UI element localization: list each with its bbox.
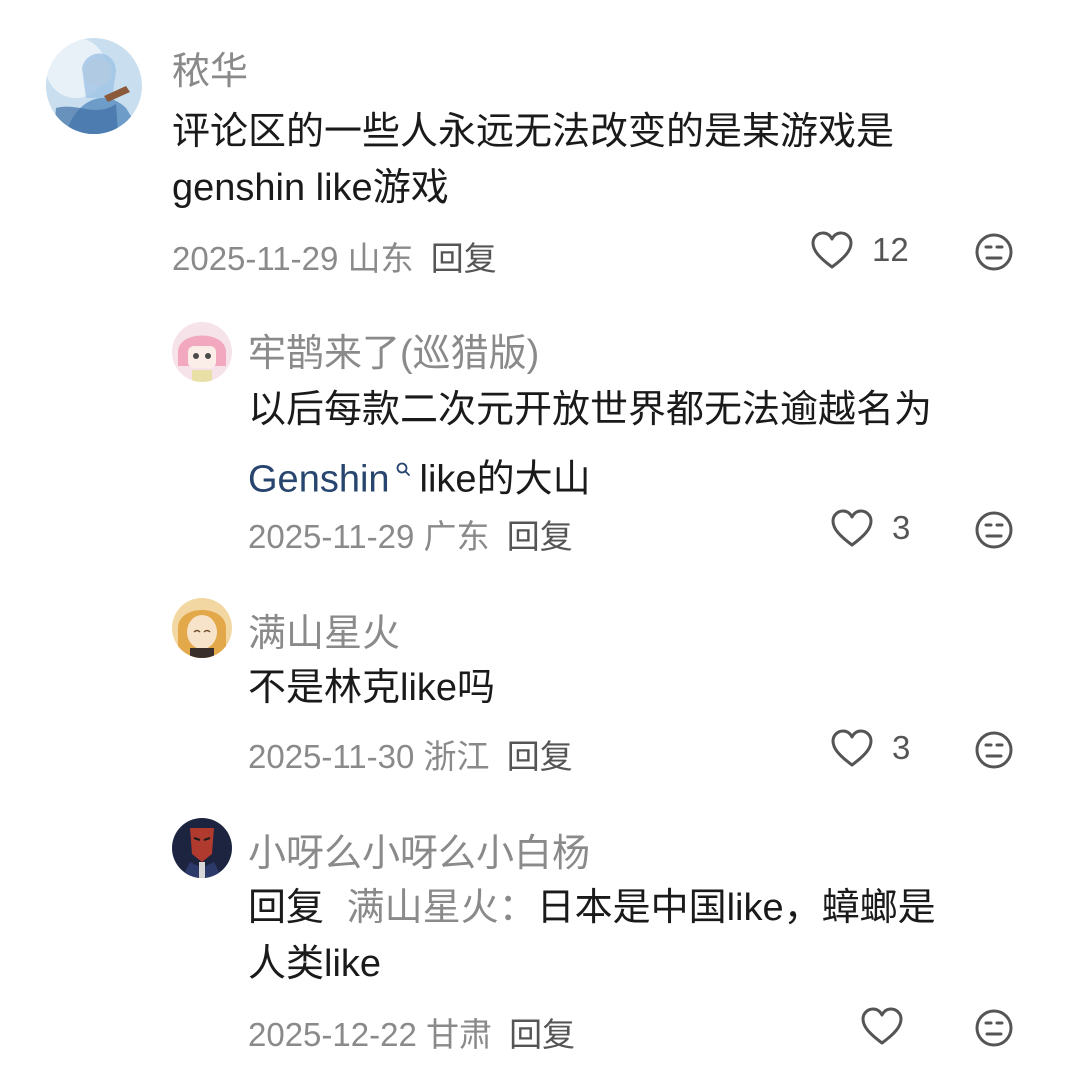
heart-outline-icon: [861, 1007, 903, 1045]
comment-text: 回复 满山星火：日本是中国like，蟑螂是 人类like: [248, 880, 936, 992]
comment-date: 2025-12-22: [248, 1016, 417, 1053]
comment-text-rest: 日本是中国like，蟑螂是: [536, 887, 936, 929]
comment-text-line: 回复 满山星火：日本是中国like，蟑螂是: [248, 880, 936, 936]
comment-meta: 2025-12-22 甘肃 回复: [248, 1008, 575, 1056]
reply-prefix: 回复: [248, 887, 325, 929]
comment-text-line: 人类like: [248, 943, 382, 985]
comment-location: 甘肃: [425, 1016, 492, 1053]
reply-button[interactable]: 回复: [509, 1016, 575, 1053]
avatar-image: [172, 818, 232, 878]
avatar[interactable]: [172, 818, 232, 878]
sad-face-icon: [975, 1009, 1013, 1047]
mention-link[interactable]: 满山星火：: [347, 887, 537, 929]
reply-item: 小呀么小呀么小白杨 回复 满山星火：日本是中国like，蟑螂是 人类like 2…: [0, 0, 1080, 1082]
dislike-button[interactable]: [974, 1008, 1014, 1048]
username[interactable]: 小呀么小呀么小白杨: [248, 822, 590, 877]
like-button[interactable]: [860, 1006, 904, 1046]
